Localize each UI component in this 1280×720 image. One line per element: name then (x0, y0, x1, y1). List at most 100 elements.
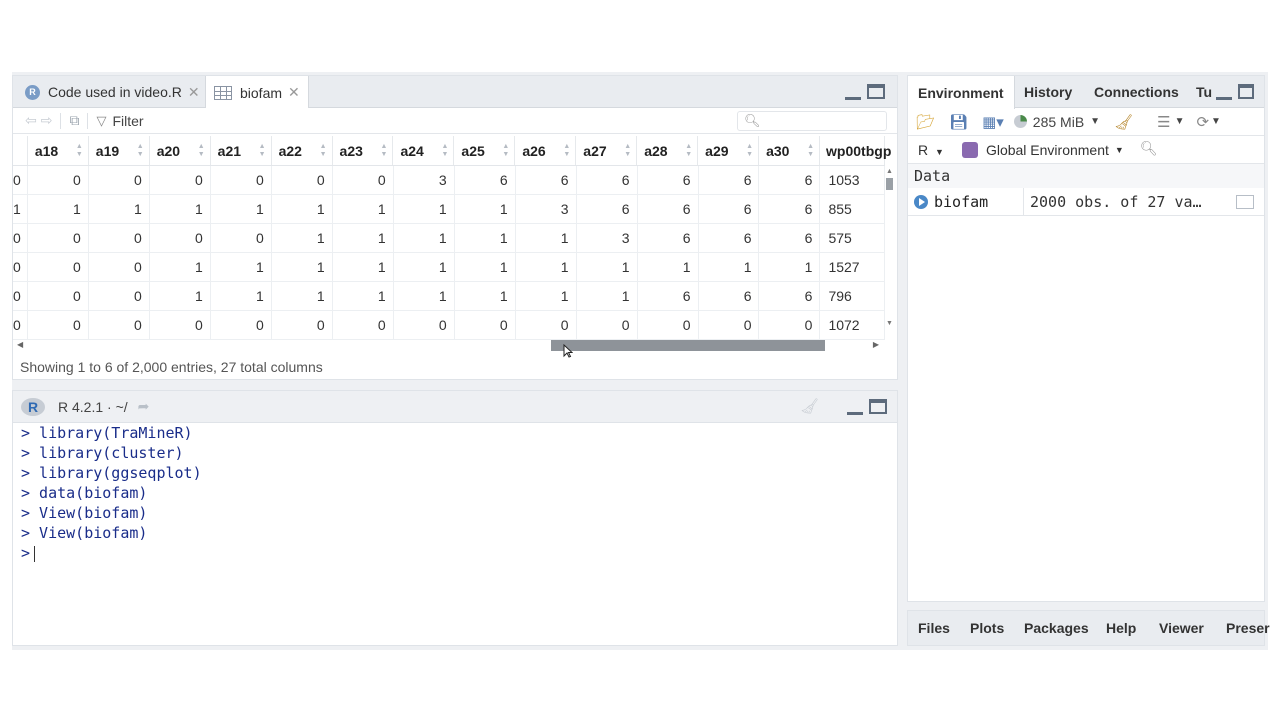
chevron-down-icon: ▼ (935, 146, 944, 157)
popout-icon[interactable]: ⧉ (69, 112, 79, 129)
tab-biofam[interactable]: biofam ✕ (205, 76, 309, 109)
column-header[interactable]: a23 ▲ ▼ (333, 136, 394, 165)
column-header[interactable]: a20 ▲ ▼ (150, 136, 211, 165)
scroll-left-icon[interactable]: ◀ (17, 340, 23, 349)
column-header[interactable]: wp00tbgp (820, 136, 891, 165)
search-icon: 🔍︎ (744, 113, 761, 128)
scroll-down-icon[interactable]: ▼ (886, 320, 893, 327)
horizontal-scrollbar[interactable]: ◀ ▶ (17, 338, 885, 352)
clear-console-icon[interactable]: 🧹︎ (800, 397, 819, 415)
tab-viewer[interactable]: Viewer (1159, 611, 1204, 645)
environment-object-row[interactable]: biofam 2000 obs. of 27 va… (908, 187, 1264, 216)
maximize-icon[interactable] (869, 399, 887, 414)
console-prompt: > (21, 544, 31, 562)
column-header[interactable]: a21 ▲ ▼ (211, 136, 272, 165)
column-header[interactable]: a30 ▲ ▼ (759, 136, 821, 165)
tab-packages[interactable]: Packages (1024, 611, 1089, 645)
restore-icon[interactable] (1238, 84, 1254, 99)
table-row: 0 0 0 1 1 1 1 1 1 1 1 6 6 6 796 (13, 282, 885, 311)
forward-arrow-icon[interactable]: ⇨ (41, 112, 53, 129)
table-cell: 1 (333, 224, 394, 252)
table-cell: 6 (759, 166, 821, 194)
table-cell: 1 (577, 282, 638, 310)
table-cell: 1 (150, 282, 211, 310)
import-dataset-icon[interactable]: ▦▾ (982, 113, 1004, 131)
column-header[interactable]: a22 ▲ ▼ (272, 136, 333, 165)
save-icon[interactable]: 💾︎ (949, 113, 968, 131)
scrollbar-thumb[interactable] (551, 340, 825, 351)
table-row: 0 0 0 0 0 0 0 0 0 0 0 0 0 0 1072 (13, 311, 885, 340)
console-output[interactable]: > library(TraMineR) > library(cluster) >… (13, 423, 897, 563)
scrollbar-thumb[interactable] (886, 178, 893, 190)
r-logo-icon: R (21, 397, 45, 416)
minimize-icon[interactable] (1216, 84, 1232, 100)
tab-code-used-in-video[interactable]: R Code used in video.R ✕ (17, 76, 208, 108)
column-header[interactable]: a27 ▲ ▼ (576, 136, 638, 165)
tab-plots[interactable]: Plots (970, 611, 1004, 645)
minimize-icon[interactable] (847, 399, 863, 415)
column-header-label: a20 (156, 142, 181, 159)
console-line: > library(TraMineR) (21, 424, 193, 442)
maximize-icon[interactable] (867, 84, 885, 99)
column-header[interactable]: a19 ▲ ▼ (89, 136, 150, 165)
back-arrow-icon[interactable]: ⇦ (25, 112, 37, 129)
console-input-line[interactable]: > (21, 543, 889, 563)
tab-files[interactable]: Files (918, 611, 950, 645)
table-cell: 1 (455, 224, 516, 252)
environment-pane: Environment History Connections Tu 📂︎ 💾︎… (907, 75, 1265, 602)
table-cell: 1 (13, 195, 28, 223)
sort-icon: ▲ ▼ (380, 143, 388, 158)
column-header[interactable]: a28 ▲ ▼ (637, 136, 699, 165)
column-header-label: a30 (766, 142, 790, 159)
column-header-label: a28 (644, 142, 668, 159)
viewer-search-input[interactable]: 🔍︎ (737, 111, 887, 131)
chevron-down-icon[interactable]: ▼ (1175, 116, 1185, 127)
table-cell: 0 (13, 224, 28, 252)
console-line: > data(biofam) (21, 484, 148, 502)
table-cell: 575 (820, 224, 885, 252)
table-row: 0 0 0 1 1 1 1 1 1 1 1 1 1 1 1527 (13, 253, 885, 282)
tab-help[interactable]: Help (1106, 611, 1136, 645)
column-header[interactable]: a24 ▲ ▼ (393, 136, 455, 165)
broom-icon[interactable]: 🧹︎ (1114, 113, 1133, 131)
table-cell: 0 (211, 166, 272, 194)
minimize-icon[interactable] (845, 84, 861, 100)
scroll-right-icon[interactable]: ▶ (873, 340, 879, 349)
table-cell: 855 (820, 195, 885, 223)
view-table-icon[interactable] (1236, 194, 1254, 209)
scroll-up-icon[interactable]: ▲ (886, 168, 893, 175)
column-header-partial (13, 136, 28, 165)
open-folder-icon[interactable]: 📂︎ (916, 113, 935, 131)
table-cell: 0 (28, 282, 89, 310)
scope-select[interactable]: Global Environment ▼ (961, 141, 1124, 158)
tab-connections[interactable]: Connections (1084, 76, 1189, 108)
column-header-label: a22 (278, 142, 302, 159)
column-header[interactable]: a26 ▲ ▼ (515, 136, 577, 165)
column-header[interactable]: a18 ▲ ▼ (28, 136, 89, 165)
vertical-scrollbar[interactable]: ▲ ▼ (885, 168, 895, 330)
column-header-label: a18 (34, 142, 59, 159)
list-view-icon[interactable]: ☰ (1157, 113, 1170, 131)
sort-icon: ▲ ▼ (807, 143, 815, 158)
tab-environment[interactable]: Environment (908, 76, 1015, 109)
r-version: R 4.2.1 · ~/ (58, 398, 128, 415)
column-header[interactable]: a25 ▲ ▼ (454, 136, 516, 165)
table-cell: 1 (638, 253, 699, 281)
expand-icon[interactable] (914, 194, 928, 209)
tab-history[interactable]: History (1014, 76, 1082, 108)
tab-presentation[interactable]: Preser (1226, 611, 1270, 645)
table-cell: 1 (699, 253, 760, 281)
goto-directory-icon[interactable]: ➦ (138, 398, 150, 415)
refresh-icon[interactable]: ⟳ (1196, 113, 1209, 131)
column-header[interactable]: a29 ▲ ▼ (698, 136, 760, 165)
table-cell: 1053 (820, 166, 885, 194)
language-select[interactable]: R ▼ (918, 142, 944, 158)
memory-usage-button[interactable]: 285 MiB ▼ (1013, 114, 1100, 130)
close-icon[interactable]: ✕ (188, 84, 200, 101)
filter-button[interactable]: ▽ Filter (96, 113, 143, 129)
chevron-down-icon[interactable]: ▼ (1211, 116, 1221, 127)
environment-search-input[interactable]: 🔍︎ (1136, 140, 1264, 160)
close-icon[interactable]: ✕ (288, 84, 300, 101)
table-cell: 1 (516, 224, 577, 252)
table-cell: 6 (577, 166, 638, 194)
